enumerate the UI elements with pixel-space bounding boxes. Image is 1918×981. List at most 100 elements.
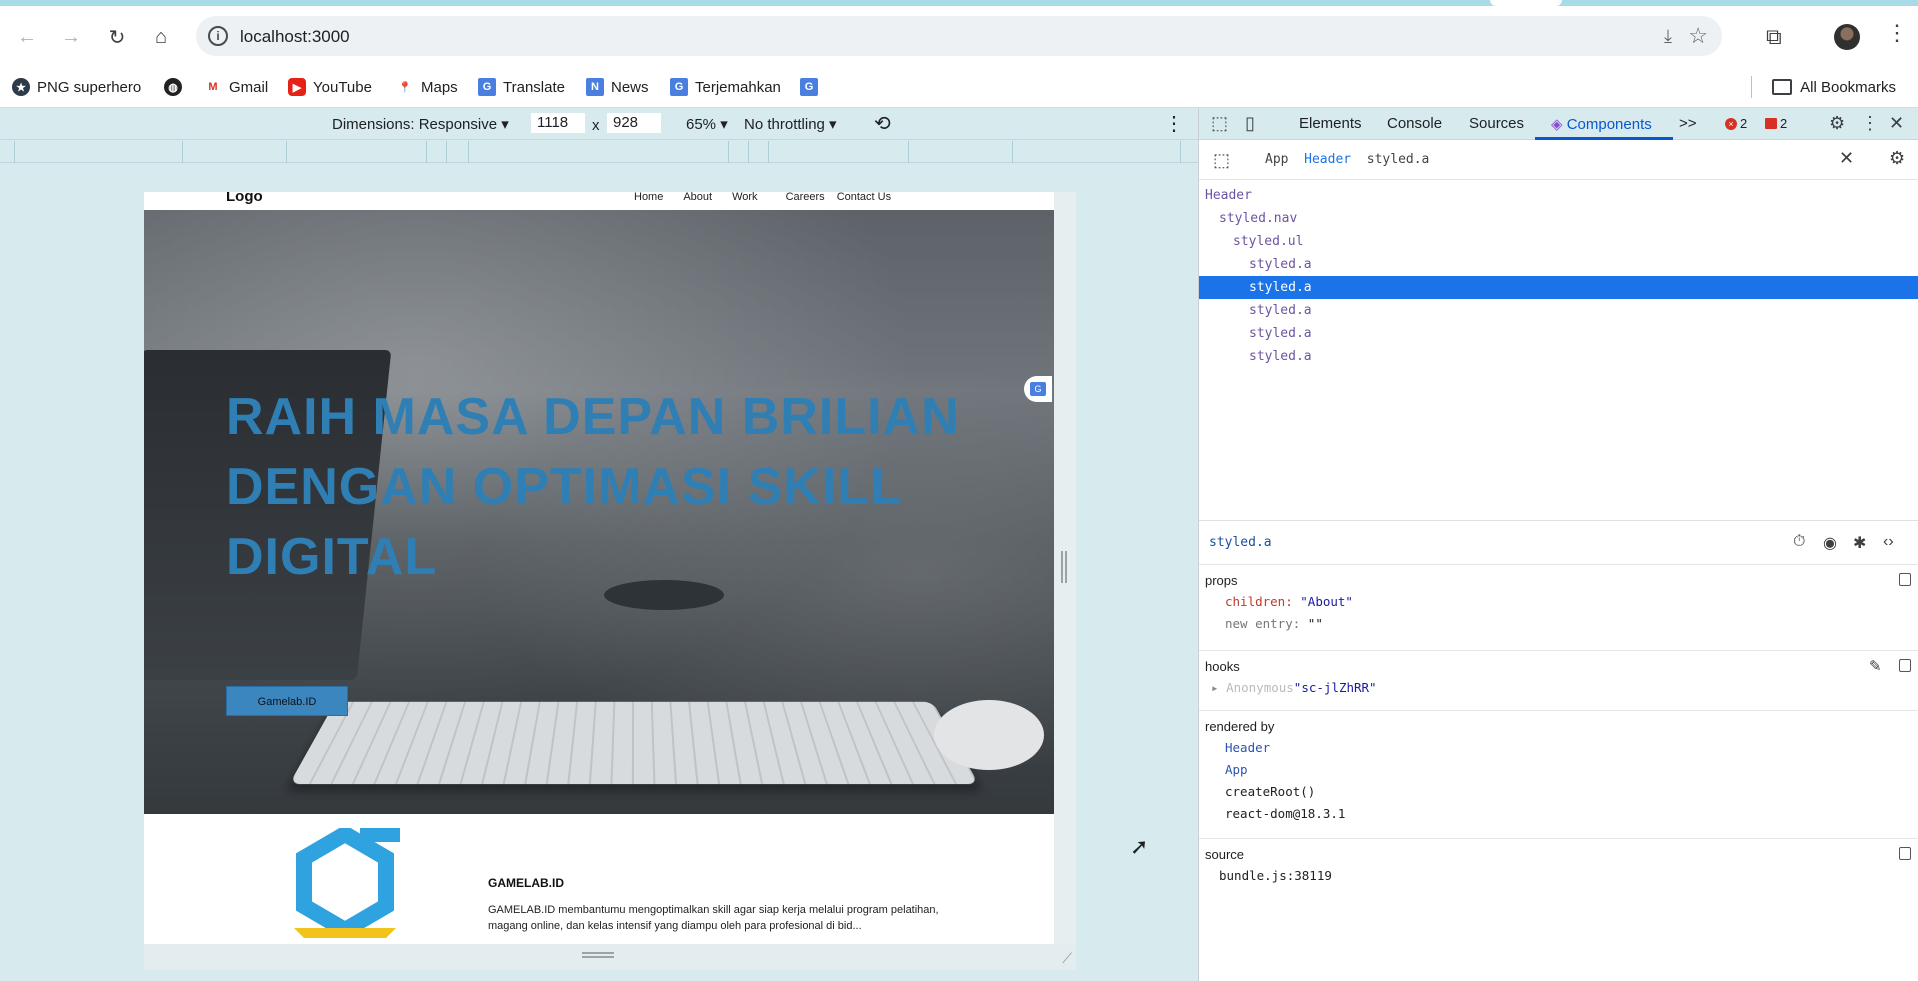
bookmark-png-superhero[interactable]: ★ PNG superhero (12, 72, 141, 102)
all-bookmarks[interactable]: All Bookmarks (1751, 72, 1896, 102)
dimensions-select[interactable]: Dimensions: Responsive ▾ (332, 115, 509, 133)
tree-row[interactable]: styled.a (1199, 345, 1918, 368)
about-section: GAMELAB.ID GAMELAB.ID membantumu mengopt… (144, 814, 1054, 944)
install-icon[interactable]: ⤓ (1664, 26, 1672, 47)
prop-value[interactable]: "" (1308, 616, 1323, 631)
bookmark-terjemahkan[interactable]: G Terjemahkan (670, 72, 781, 102)
profile-avatar[interactable] (1834, 24, 1860, 50)
copy-icon[interactable] (1899, 573, 1911, 586)
browser-menu-icon[interactable]: ⋮ (1886, 20, 1908, 46)
width-input[interactable]: 1118 (530, 112, 586, 134)
bookmark-label: Translate (503, 79, 565, 96)
bookmark-star-icon[interactable]: ☆ (1688, 23, 1708, 49)
tab-console[interactable]: Console (1387, 115, 1442, 132)
nav-careers[interactable]: Careers (786, 192, 825, 203)
devtools-menu-icon[interactable]: ⋮ (1861, 113, 1879, 134)
rotate-icon[interactable]: ⟲ (874, 111, 891, 136)
more-tabs-button[interactable]: >> (1679, 115, 1697, 132)
about-title: GAMELAB.ID (488, 876, 564, 890)
translate-icon: G (478, 78, 496, 96)
issue-badge[interactable]: 2 (1765, 116, 1787, 131)
breadcrumb-app[interactable]: App (1265, 152, 1288, 167)
copy-icon[interactable] (1899, 847, 1911, 860)
globe-icon: ◍ (164, 78, 182, 96)
translate-icon: G (670, 78, 688, 96)
device-toolbar: Dimensions: Responsive ▾ 1118 x 928 65% … (0, 108, 1198, 140)
page-translate-chip[interactable]: G (1024, 376, 1052, 402)
tree-row[interactable]: styled.nav (1199, 207, 1918, 230)
bookmark-news[interactable]: N News (586, 72, 649, 102)
tree-row[interactable]: styled.a (1199, 253, 1918, 276)
nav-about[interactable]: About (683, 192, 712, 203)
eye-icon[interactable]: ◉ (1823, 533, 1837, 553)
site-logo[interactable]: Logo (226, 192, 263, 205)
divider (1751, 76, 1752, 98)
settings-gear-icon[interactable]: ⚙ (1829, 113, 1845, 134)
device-menu-icon[interactable]: ⋮ (1164, 111, 1184, 136)
bookmark-globe[interactable]: ◍ (164, 72, 182, 102)
site-info-icon[interactable]: i (208, 26, 228, 46)
prop-value[interactable]: "About" (1300, 594, 1353, 609)
source-location[interactable]: bundle.js:38119 (1199, 865, 1918, 887)
bookmark-translate-2[interactable]: G (800, 72, 818, 102)
back-icon[interactable]: ← (10, 20, 44, 54)
tree-row-selected[interactable]: styled.a (1199, 276, 1918, 299)
address-bar[interactable]: i localhost:3000 ⤓ ☆ (196, 16, 1722, 56)
media-query-ruler[interactable] (0, 141, 1198, 163)
expand-arrow-icon[interactable]: ▸ (1211, 680, 1226, 695)
components-settings-icon[interactable]: ⚙ (1889, 148, 1905, 169)
reload-icon[interactable]: ↻ (100, 20, 134, 54)
translate-icon: G (1030, 382, 1046, 396)
corner-resize-icon[interactable]: ⟋ (1062, 950, 1072, 967)
home-icon[interactable]: ⌂ (144, 20, 178, 54)
bookmark-translate[interactable]: G Translate (478, 72, 565, 102)
hook-row[interactable]: ▸ Anonymous"sc-jlZhRR" (1199, 677, 1918, 699)
tree-row[interactable]: styled.a (1199, 299, 1918, 322)
gamelab-logo (290, 828, 400, 938)
height-input[interactable]: 928 (606, 112, 662, 134)
nav-home[interactable]: Home (634, 192, 663, 203)
close-breadcrumb-icon[interactable]: ✕ (1839, 148, 1854, 169)
throttling-select[interactable]: No throttling ▾ (744, 115, 837, 133)
nav-work[interactable]: Work (732, 192, 757, 203)
bookmark-maps[interactable]: 📍 Maps (396, 72, 458, 102)
zoom-select[interactable]: 65% ▾ (686, 115, 728, 133)
tree-row[interactable]: Header (1199, 184, 1918, 207)
bug-icon[interactable]: ✱ (1853, 533, 1866, 553)
viewport-bottom-resize[interactable]: ⟋ (144, 944, 1076, 970)
bookmark-label: Gmail (229, 79, 268, 96)
prop-new-entry[interactable]: new entry: "" (1199, 613, 1918, 635)
bookmark-youtube[interactable]: ▶ YouTube (288, 72, 372, 102)
breadcrumb-header[interactable]: Header (1304, 152, 1351, 167)
device-toggle-icon[interactable]: ▯ (1245, 113, 1255, 134)
hero-cta-button[interactable]: Gamelab.ID (226, 686, 348, 716)
nav-contact[interactable]: Contact Us (837, 192, 891, 203)
forward-icon[interactable]: → (54, 20, 88, 54)
tab-elements[interactable]: Elements (1299, 115, 1362, 132)
breadcrumb-styled-a[interactable]: styled.a (1367, 152, 1430, 167)
magic-wand-icon[interactable]: ✎ (1869, 657, 1882, 675)
resize-grip-icon[interactable] (582, 952, 614, 958)
view-source-icon[interactable]: ‹› (1883, 533, 1894, 551)
error-badge[interactable]: × 2 (1725, 116, 1747, 131)
tab-sources[interactable]: Sources (1469, 115, 1524, 132)
gmail-icon: M (204, 78, 222, 96)
page-viewport[interactable]: Logo Home About Work Careers Contact Us … (144, 192, 1054, 944)
tree-row[interactable]: styled.ul (1199, 230, 1918, 253)
timer-icon[interactable]: ⏱ (1793, 533, 1805, 551)
error-count: 2 (1740, 116, 1747, 131)
extensions-icon[interactable]: ⧉ (1766, 24, 1782, 50)
url-text[interactable]: localhost:3000 (240, 27, 350, 47)
prop-children[interactable]: children: "About" (1199, 591, 1918, 613)
select-component-icon[interactable]: ⬚ (1213, 150, 1230, 171)
resize-handle-icon[interactable] (1061, 551, 1067, 583)
bookmark-gmail[interactable]: M Gmail (204, 72, 268, 102)
close-devtools-icon[interactable]: ✕ (1889, 113, 1904, 134)
copy-icon[interactable] (1899, 659, 1911, 672)
tree-row[interactable]: styled.a (1199, 322, 1918, 345)
owner-header[interactable]: Header (1199, 737, 1918, 759)
owner-app[interactable]: App (1199, 759, 1918, 781)
tab-components[interactable]: ◈ Components (1551, 115, 1652, 133)
inspect-element-icon[interactable]: ⬚ (1211, 113, 1228, 134)
hero-keyboard-image (289, 702, 978, 784)
